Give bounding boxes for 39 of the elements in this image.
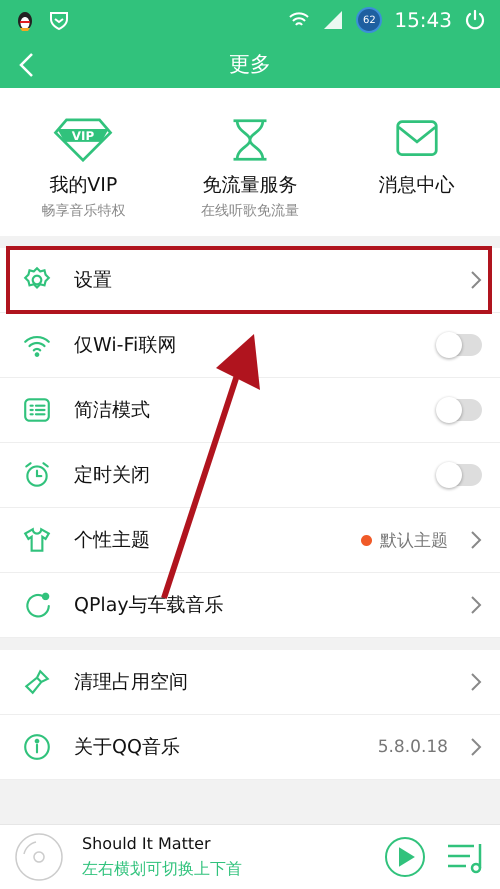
swipe-hint: 左右横划可切换上下首 xyxy=(82,859,243,880)
shirt-icon xyxy=(22,525,52,555)
shield-icon xyxy=(48,9,70,31)
battery-indicator: 62 xyxy=(356,7,382,33)
shortcut-subtitle: 畅享音乐特权 xyxy=(41,202,126,220)
menu-item-label[interactable]: 设置 xyxy=(74,267,448,293)
chevron-right-icon xyxy=(470,595,482,615)
play-icon[interactable] xyxy=(384,836,426,878)
chevron-right-icon xyxy=(470,672,482,692)
menu-item-label[interactable]: 关于QQ音乐 xyxy=(74,734,356,760)
shortcut-subtitle: 在线听歌免流量 xyxy=(201,202,299,220)
menu-item-label[interactable]: 简洁模式 xyxy=(74,397,416,423)
shortcut-title[interactable]: 消息中心 xyxy=(378,172,455,198)
menu-item-label[interactable]: 仅Wi-Fi联网 xyxy=(74,332,416,358)
chevron-right-icon xyxy=(470,270,482,290)
menu-item-label[interactable]: 清理占用空间 xyxy=(74,669,448,695)
shortcut-title[interactable]: 我的VIP xyxy=(49,172,118,198)
power-icon xyxy=(464,9,486,31)
chevron-right-icon xyxy=(470,737,482,757)
list-icon xyxy=(22,395,52,425)
menu-item-label[interactable]: 个性主题 xyxy=(74,527,339,553)
song-title: Should It Matter xyxy=(82,834,212,853)
alarm-icon xyxy=(22,460,52,490)
item-value: 5.8.0.18 xyxy=(378,737,448,757)
back-icon[interactable] xyxy=(18,52,34,78)
menu-item-label[interactable]: 定时关闭 xyxy=(74,462,416,488)
menu-item-label[interactable]: QPlay与车载音乐 xyxy=(74,592,448,618)
signal-icon xyxy=(322,9,344,31)
shortcut-title[interactable]: 免流量服务 xyxy=(202,172,298,198)
clock: 15:43 xyxy=(394,8,452,32)
disc-icon xyxy=(14,832,64,882)
vip-diamond-icon: VIP xyxy=(51,118,116,162)
chevron-right-icon xyxy=(470,530,482,550)
page-title: 更多 xyxy=(229,51,271,78)
item-value: 默认主题 xyxy=(380,530,448,552)
toggle-switch[interactable] xyxy=(438,464,482,486)
info-icon xyxy=(22,732,52,762)
toggle-switch[interactable] xyxy=(438,334,482,356)
toggle-switch[interactable] xyxy=(438,399,482,421)
